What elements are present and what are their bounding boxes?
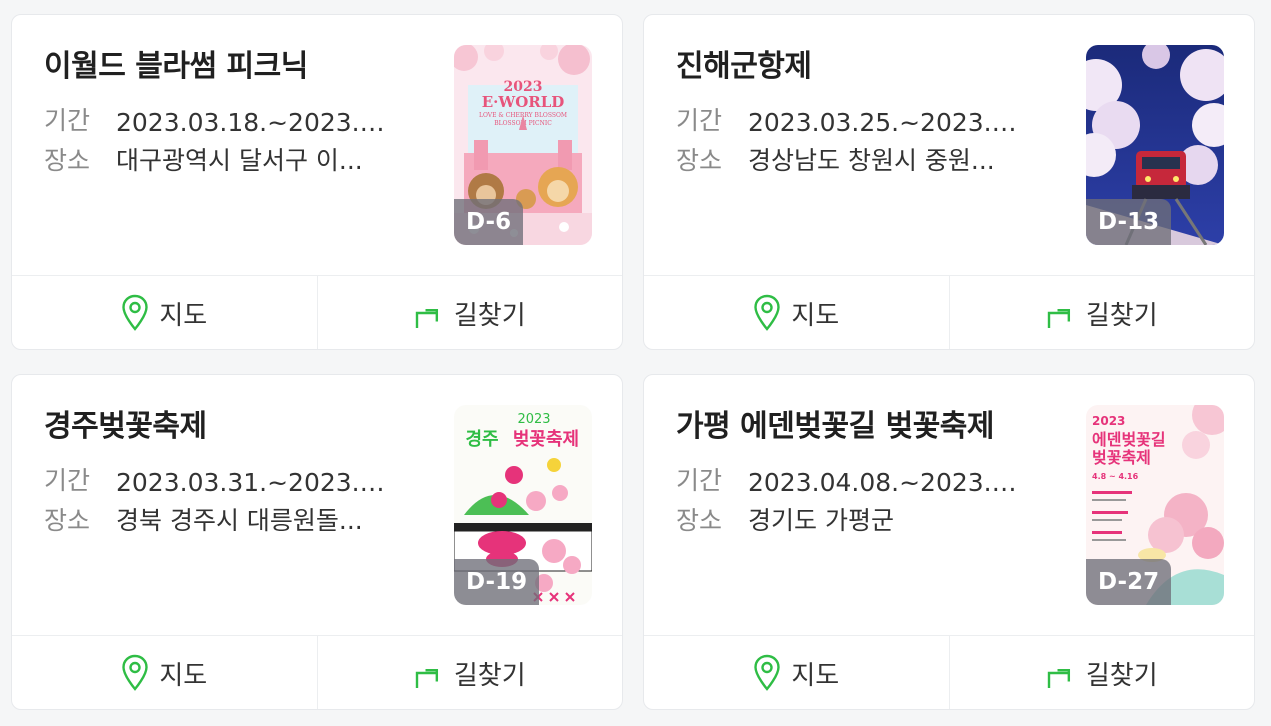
period-row: 기간 2023.03.18.~2023.04.09. bbox=[44, 101, 386, 137]
turn-arrow-icon bbox=[415, 668, 438, 688]
directions-button-label: 길찾기 bbox=[1085, 300, 1158, 331]
period-value: 2023.03.18.~2023.04.09. bbox=[116, 108, 386, 137]
d-day-badge: D-13 bbox=[1086, 199, 1172, 245]
directions-button-label: 길찾기 bbox=[1085, 660, 1158, 691]
directions-button-label: 길찾기 bbox=[453, 660, 526, 691]
map-button[interactable]: 지도 bbox=[12, 276, 317, 349]
period-value: 2023.03.31.~2023.04.02. bbox=[116, 468, 386, 497]
d-day-badge: D-19 bbox=[454, 559, 540, 605]
festival-title[interactable]: 이월드 블라썸 피크닉 bbox=[44, 41, 308, 85]
poster-text: 경주 bbox=[465, 429, 498, 450]
festival-card[interactable]: 이월드 블라썸 피크닉 기간 2023.03.18.~2023.04.09. 장소… bbox=[11, 14, 623, 350]
place-label: 장소 bbox=[44, 146, 91, 175]
turn-arrow-icon bbox=[1047, 308, 1070, 328]
map-pin-icon bbox=[754, 294, 781, 331]
map-button[interactable]: 지도 bbox=[12, 636, 317, 709]
period-label: 기간 bbox=[44, 106, 91, 135]
poster-text: 벚꽃축제 bbox=[513, 429, 579, 450]
period-label: 기간 bbox=[44, 466, 91, 495]
place-value: 경북 경주시 대릉원돌... bbox=[116, 506, 363, 535]
map-button[interactable]: 지도 bbox=[644, 636, 949, 709]
place-row: 장소 경북 경주시 대릉원돌... bbox=[44, 501, 363, 537]
period-row: 기간 2023.03.25.~2023.04.03. bbox=[676, 101, 1018, 137]
place-label: 장소 bbox=[44, 506, 91, 535]
place-label: 장소 bbox=[676, 506, 723, 535]
place-value: 경기도 가평군 bbox=[748, 506, 894, 535]
period-row: 기간 2023.04.08.~2023.04.16. bbox=[676, 461, 1018, 497]
directions-button[interactable]: 길찾기 bbox=[948, 276, 1255, 349]
place-row: 장소 대구광역시 달서구 이... bbox=[44, 141, 363, 177]
festival-title[interactable]: 가평 에덴벚꽃길 벚꽃축제 bbox=[676, 401, 995, 445]
turn-arrow-icon bbox=[1047, 668, 1070, 688]
place-value: 대구광역시 달서구 이... bbox=[116, 146, 363, 175]
place-value: 경상남도 창원시 중원... bbox=[748, 146, 995, 175]
poster-text: 에덴벚꽃길 bbox=[1092, 430, 1166, 449]
d-day-badge: D-27 bbox=[1086, 559, 1172, 605]
festival-card[interactable]: 진해군항제 기간 2023.03.25.~2023.04.03. 장소 경상남도 창… bbox=[643, 14, 1255, 350]
map-pin-icon bbox=[122, 294, 149, 331]
period-value: 2023.03.25.~2023.04.03. bbox=[748, 108, 1018, 137]
festival-card[interactable]: 가평 에덴벚꽃길 벚꽃축제 기간2023.04.08.~2023.04.16. … bbox=[643, 374, 1255, 710]
poster-text: E·WORLD bbox=[482, 93, 565, 111]
festival-poster-thumbnail[interactable]: 2023 E·WORLD LOVE & CHERRY BLOSSOM BLOSS… bbox=[454, 45, 592, 245]
turn-arrow-icon bbox=[415, 308, 438, 328]
festival-poster-thumbnail[interactable]: D-13 bbox=[1086, 45, 1224, 245]
map-pin-icon bbox=[122, 654, 149, 691]
poster-text: 4.8 ~ 4.16 bbox=[1092, 472, 1139, 481]
d-day-badge: D-6 bbox=[454, 199, 524, 245]
map-button-label: 지도 bbox=[159, 660, 208, 691]
directions-button[interactable]: 길찾기 bbox=[948, 636, 1255, 709]
poster-text: 2023 bbox=[1092, 414, 1125, 428]
poster-text: 2023 bbox=[517, 412, 550, 427]
poster-text: 벚꽃축제 bbox=[1092, 448, 1151, 467]
festival-title[interactable]: 경주벚꽃축제 bbox=[44, 401, 207, 445]
festival-title[interactable]: 진해군항제 bbox=[676, 41, 812, 85]
period-row: 기간 2023.03.31.~2023.04.02. bbox=[44, 461, 386, 497]
period-label: 기간 bbox=[676, 466, 723, 495]
festival-poster-thumbnail[interactable]: 2023 경주 벚꽃축제 D-19 bbox=[454, 405, 592, 605]
directions-button[interactable]: 길찾기 bbox=[316, 636, 623, 709]
festival-poster-thumbnail[interactable]: 2023 에덴벚꽃길 벚꽃축제 4.8 ~ 4.16 D-27 bbox=[1086, 405, 1224, 605]
period-value: 2023.04.08.~2023.04.16. bbox=[748, 468, 1018, 497]
map-button[interactable]: 지도 bbox=[644, 276, 949, 349]
map-button-label: 지도 bbox=[791, 660, 840, 691]
place-row: 장소 경기도 가평군 bbox=[676, 501, 894, 537]
map-button-label: 지도 bbox=[159, 300, 208, 331]
directions-button[interactable]: 길찾기 bbox=[316, 276, 623, 349]
period-label: 기간 bbox=[676, 106, 723, 135]
festival-card[interactable]: 경주벚꽃축제 기간2023.03.31.~2023.04.02. 장소경북 경주… bbox=[11, 374, 623, 710]
map-pin-icon bbox=[754, 654, 781, 691]
place-label: 장소 bbox=[676, 146, 723, 175]
map-button-label: 지도 bbox=[791, 300, 840, 331]
place-row: 장소 경상남도 창원시 중원... bbox=[676, 141, 995, 177]
directions-button-label: 길찾기 bbox=[453, 300, 526, 331]
